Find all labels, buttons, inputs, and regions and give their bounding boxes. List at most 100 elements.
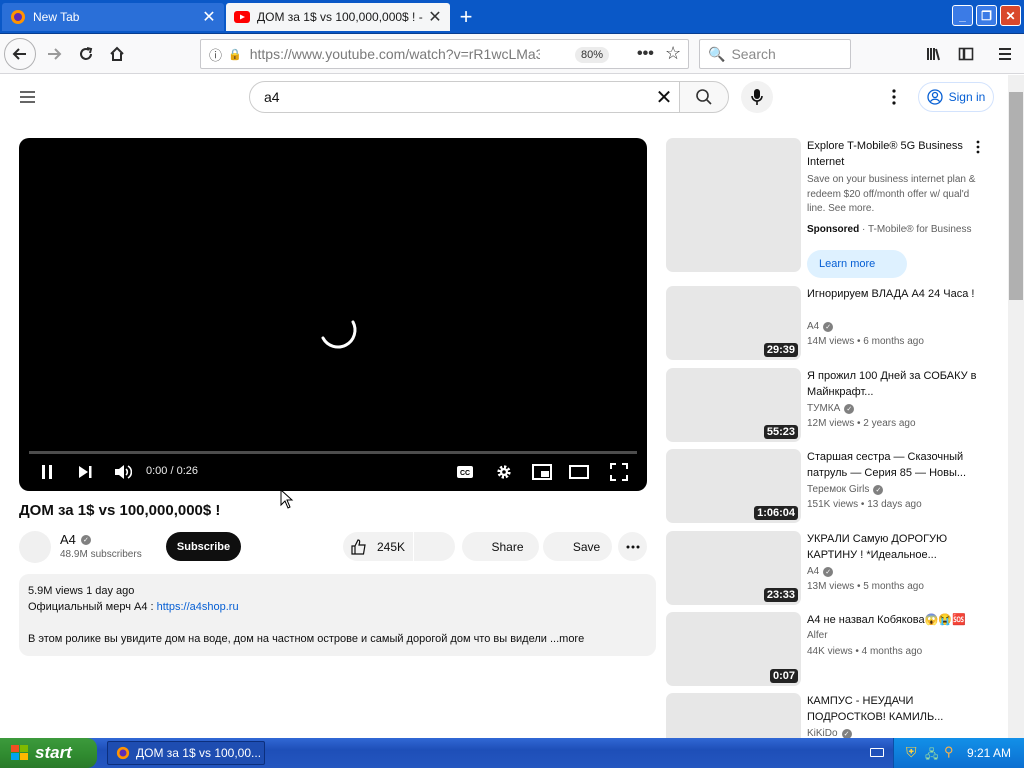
taskbar-item-firefox[interactable]: ДОМ за 1$ vs 100,00... xyxy=(107,741,265,765)
channel-avatar[interactable] xyxy=(19,531,51,563)
sign-in-button[interactable]: Sign in xyxy=(918,82,994,112)
ad-title[interactable]: Explore T-Mobile® 5G Business Internet xyxy=(807,138,977,170)
gear-icon xyxy=(497,465,511,479)
subscribe-button[interactable]: Subscribe xyxy=(166,532,241,561)
tab-label: New Tab xyxy=(33,10,80,24)
progress-bar[interactable] xyxy=(29,451,637,454)
learn-more-button[interactable]: Learn more xyxy=(807,250,907,278)
sponsored-ad[interactable]: Explore T-Mobile® 5G Business Internet S… xyxy=(666,138,1001,278)
forward-button[interactable] xyxy=(38,38,70,70)
start-button[interactable]: start xyxy=(0,738,97,768)
like-button[interactable]: 245K xyxy=(343,532,413,561)
search-input[interactable]: 🔍 Search xyxy=(699,39,851,69)
video-title[interactable]: КАМПУС - НЕУДАЧИ ПОДРОСТКОВ! КАМИЛЬ... xyxy=(807,693,977,725)
video-thumbnail[interactable]: 0:07 xyxy=(666,612,801,686)
voice-search-button[interactable] xyxy=(741,81,773,113)
network-icon[interactable]: 🖧 xyxy=(925,745,938,766)
search-tray-icon[interactable]: ⚲ xyxy=(944,744,954,760)
mute-button[interactable] xyxy=(111,460,135,484)
bookmark-star-icon[interactable]: ☆ xyxy=(665,43,681,64)
recommended-video[interactable]: 1:06:04 Старшая сестра — Сказочный патру… xyxy=(666,449,1001,524)
video-thumbnail[interactable]: 55:23 xyxy=(666,368,801,442)
video-title[interactable]: УКРАЛИ Самую ДОРОГУЮ КАРТИНУ ! *Идеально… xyxy=(807,531,977,563)
minimize-button[interactable]: _ xyxy=(952,5,973,26)
library-button[interactable] xyxy=(918,38,950,70)
page-actions-icon[interactable]: ••• xyxy=(637,45,654,63)
video-thumbnail[interactable]: 23:33 xyxy=(666,531,801,605)
scrollbar-thumb[interactable] xyxy=(1009,92,1023,300)
reload-button[interactable] xyxy=(70,38,102,70)
info-icon[interactable]: ⓘ xyxy=(209,45,222,64)
captions-button[interactable]: CC xyxy=(453,460,477,484)
firefox-icon xyxy=(10,9,26,25)
recommended-video[interactable]: 23:33 УКРАЛИ Самую ДОРОГУЮ КАРТИНУ ! *Ид… xyxy=(666,531,1001,606)
search-engine-icon: 🔍 xyxy=(708,45,726,62)
security-shield-icon[interactable]: ⛨ xyxy=(906,744,917,761)
video-meta: 14M views • 6 months ago xyxy=(807,336,924,347)
video-thumbnail[interactable]: 29:39 xyxy=(666,286,801,360)
sidebar-button[interactable] xyxy=(950,38,982,70)
sidebar-icon xyxy=(958,47,974,61)
channel-name: A4 xyxy=(807,566,820,577)
clear-search-icon[interactable]: ✕ xyxy=(649,85,679,110)
save-label: Save xyxy=(572,539,601,554)
settings-button[interactable] xyxy=(492,460,516,484)
duration-badge: 1:06:04 xyxy=(754,506,798,520)
settings-menu-button[interactable] xyxy=(886,87,902,107)
video-thumbnail[interactable] xyxy=(666,693,801,738)
address-bar[interactable]: ⓘ 🔒 https://www.youtube.com/watch?v=rR1w… xyxy=(200,39,689,69)
channel-line: KiKiDo ✓ xyxy=(807,728,852,738)
video-player[interactable]: 0:00 / 0:26 CC xyxy=(19,138,647,491)
channel-line: A4 ✓ xyxy=(807,321,834,332)
next-icon xyxy=(79,466,92,478)
video-title[interactable]: Я прожил 100 Дней за СОБАКУ в Майнкрафт.… xyxy=(807,368,977,400)
back-button[interactable] xyxy=(4,38,36,70)
youtube-search-button[interactable] xyxy=(679,81,729,113)
pause-button[interactable] xyxy=(35,460,59,484)
recommended-video[interactable]: 0:07 А4 не назвал Кобякова😱😭🆘 Alfer 44K … xyxy=(666,612,1001,687)
reload-icon xyxy=(80,47,93,60)
video-thumbnail[interactable]: 1:06:04 xyxy=(666,449,801,523)
show-more-link[interactable]: ...more xyxy=(550,633,584,645)
theater-mode-button[interactable] xyxy=(567,460,591,484)
merch-link[interactable]: https://a4shop.ru xyxy=(157,601,239,613)
keyboard-icon[interactable] xyxy=(870,748,884,757)
dislike-button[interactable] xyxy=(414,532,455,561)
verified-icon: ✓ xyxy=(844,403,855,414)
tab-new-tab[interactable]: New Tab ✕ xyxy=(2,3,224,31)
recommended-video[interactable]: КАМПУС - НЕУДАЧИ ПОДРОСТКОВ! КАМИЛЬ... K… xyxy=(666,693,1001,738)
lock-icon[interactable]: 🔒 xyxy=(228,48,242,61)
share-button[interactable]: Share xyxy=(462,532,539,561)
video-title[interactable]: Старшая сестра — Сказочный патруль — Сер… xyxy=(807,449,977,481)
home-button[interactable] xyxy=(101,38,133,70)
maximize-button[interactable]: ❐ xyxy=(976,5,997,26)
miniplayer-button[interactable] xyxy=(530,460,554,484)
channel-name[interactable]: A4 ✓ xyxy=(60,532,91,547)
duration-badge: 29:39 xyxy=(763,343,798,357)
close-tab-icon[interactable]: ✕ xyxy=(426,8,444,26)
ad-menu-icon[interactable] xyxy=(976,140,980,156)
fullscreen-button[interactable] xyxy=(607,460,631,484)
video-title[interactable]: Игнорируем ВЛАДА А4 24 Часа ! xyxy=(807,286,977,302)
zoom-indicator[interactable]: 80% xyxy=(575,47,610,63)
recommended-video[interactable]: 29:39 Игнорируем ВЛАДА А4 24 Часа ! A4 ✓ … xyxy=(666,286,1001,361)
recommended-video[interactable]: 55:23 Я прожил 100 Дней за СОБАКУ в Майн… xyxy=(666,368,1001,443)
ad-thumbnail[interactable] xyxy=(666,138,801,272)
more-actions-button[interactable] xyxy=(618,532,647,561)
new-tab-button[interactable]: + xyxy=(452,4,480,30)
description-box[interactable]: 5.9M views 1 day ago Официальный мерч A4… xyxy=(19,574,656,656)
channel-name: Теремок Girls xyxy=(807,484,870,495)
windows-logo-icon xyxy=(11,745,28,760)
menu-button[interactable] xyxy=(989,38,1021,70)
save-button[interactable]: Save xyxy=(543,532,612,561)
close-window-button[interactable]: ✕ xyxy=(1000,5,1021,26)
guide-menu-button[interactable] xyxy=(18,87,38,107)
next-button[interactable] xyxy=(73,460,97,484)
tab-youtube-video[interactable]: ДОМ за 1$ vs 100,000,000$ ! - YouTube ✕ xyxy=(226,3,450,31)
video-title[interactable]: А4 не назвал Кобякова😱😭🆘 xyxy=(807,612,977,628)
close-tab-icon[interactable]: ✕ xyxy=(200,8,218,26)
youtube-search-input[interactable]: a4 ✕ xyxy=(249,81,680,113)
more-vertical-icon xyxy=(892,89,896,105)
channel-name-text: A4 xyxy=(60,532,76,547)
clock[interactable]: 9:21 AM xyxy=(967,746,1011,760)
